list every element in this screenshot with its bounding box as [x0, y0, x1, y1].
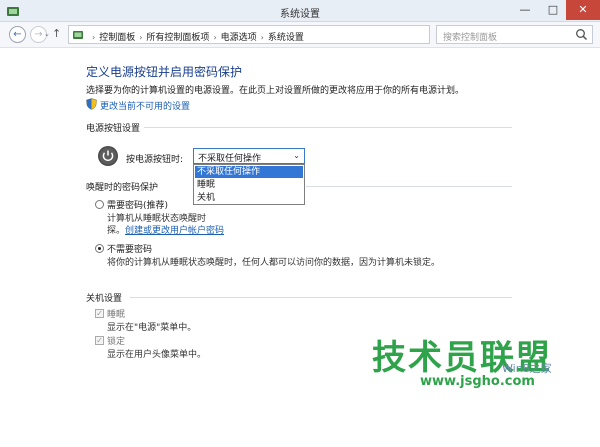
lock-description: 显示在用户头像菜单中。: [107, 350, 207, 360]
breadcrumb-separator[interactable]: ›: [139, 33, 142, 42]
no-password-description: 将你的计算机从睡眠状态唤醒时，任何人都可以访问你的数据，因为计算机未锁定。: [107, 258, 441, 268]
watermark-logo: 技术员联盟 Win8之家 www.jsgho.com: [372, 330, 594, 392]
breadcrumb: › 控制面板 › 所有控制面板项 › 电源选项 › 系统设置: [88, 30, 304, 43]
uac-shield-icon: [86, 98, 97, 110]
up-button[interactable]: ↑: [52, 27, 61, 40]
minimize-button[interactable]: —: [512, 0, 538, 20]
dropdown-option-sleep[interactable]: 睡眠: [195, 179, 303, 191]
close-button[interactable]: ✕: [566, 0, 600, 20]
no-password-radio[interactable]: [95, 244, 104, 253]
breadcrumb-item-control-panel[interactable]: 控制面板: [99, 33, 135, 43]
search-placeholder: 搜索控制面板: [443, 33, 498, 43]
power-icon: [98, 146, 118, 166]
breadcrumb-separator[interactable]: ›: [261, 33, 264, 42]
require-password-label[interactable]: 需要密码(推荐): [107, 198, 168, 211]
breadcrumb-item-power-options[interactable]: 电源选项: [221, 33, 257, 43]
section-divider: [144, 127, 512, 128]
sleep-label: 睡眠: [107, 310, 126, 320]
no-password-label[interactable]: 不需要密码: [107, 242, 152, 255]
breadcrumb-separator: ›: [92, 33, 96, 42]
dropdown-option-do-nothing[interactable]: 不采取任何操作: [195, 166, 303, 178]
search-input[interactable]: 搜索控制面板: [436, 25, 593, 44]
power-action-dropdown-list: 不采取任何操作 睡眠 关机: [193, 164, 305, 205]
page-title: 定义电源按钮并启用密码保护: [86, 65, 243, 79]
window-title: 系统设置: [280, 9, 320, 20]
power-button-action-label: 按电源按钮时:: [126, 155, 184, 165]
watermark-site: www.jsgho.com: [420, 374, 535, 389]
title-bar: 系统设置 — □ ✕: [0, 0, 600, 22]
recent-locations-button[interactable]: ⌄: [44, 30, 50, 38]
require-password-radio[interactable]: [95, 200, 104, 209]
maximize-button[interactable]: □: [540, 0, 566, 20]
breadcrumb-item-all-items[interactable]: 所有控制面板项: [146, 33, 209, 43]
sleep-description: 显示在"电源"菜单中。: [107, 323, 197, 333]
section-divider: [306, 186, 512, 187]
sleep-checkbox[interactable]: ✓: [95, 309, 104, 318]
search-icon[interactable]: [575, 28, 588, 41]
power-button-section-label: 电源按钮设置: [86, 124, 141, 134]
power-button-action-select[interactable]: 不采取任何操作 ⌄: [193, 148, 305, 164]
dropdown-option-shutdown[interactable]: 关机: [195, 192, 303, 204]
change-unavailable-settings-link[interactable]: 更改当前不可用的设置: [100, 99, 190, 112]
shutdown-section-label: 关机设置: [86, 294, 123, 304]
wake-password-section-label: 唤醒时的密码保护: [86, 183, 159, 193]
lock-checkbox[interactable]: ✓: [95, 336, 104, 345]
section-divider: [130, 297, 512, 298]
control-panel-icon: [73, 31, 83, 39]
back-button[interactable]: ←: [9, 26, 26, 43]
page-description: 选择要为你的计算机设置的电源设置。在此页上对设置所做的更改将应用于你的所有电源计…: [86, 86, 465, 96]
selected-value: 不采取任何操作: [198, 154, 262, 164]
address-bar[interactable]: ›控制面板›所有控制面板项›电源选项›系统设置 ⌄ ↻: [68, 25, 492, 44]
create-change-password-link[interactable]: 创建或更改用户帐户密码: [125, 223, 224, 236]
chevron-down-icon[interactable]: ⌄: [293, 151, 300, 160]
lock-label: 锁定: [107, 337, 126, 347]
breadcrumb-item-system-settings[interactable]: 系统设置: [268, 33, 304, 43]
require-password-description-cont: 探。: [107, 226, 126, 236]
breadcrumb-separator[interactable]: ›: [213, 33, 216, 42]
navigation-bar: ← → ⌄ ↑ ›控制面板›所有控制面板项›电源选项›系统设置 ⌄ ↻ 搜索控制…: [0, 22, 600, 48]
